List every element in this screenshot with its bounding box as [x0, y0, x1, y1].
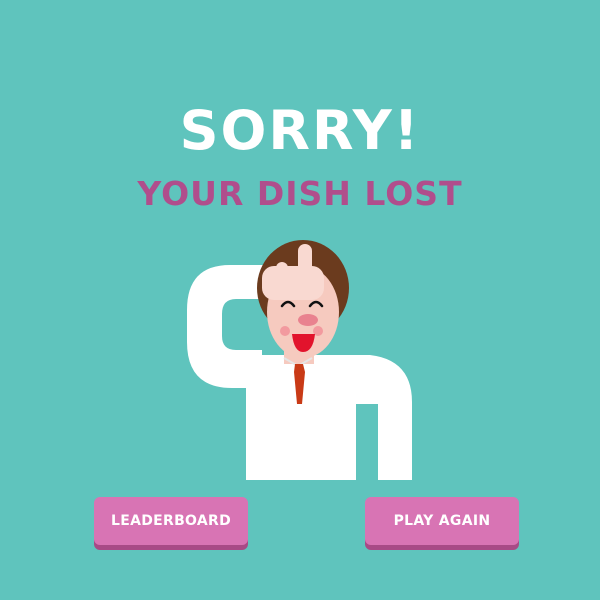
thumb [276, 262, 288, 280]
shirt [246, 355, 412, 480]
leaderboard-button[interactable]: LEADERBOARD [94, 497, 248, 545]
play-again-button[interactable]: PLAY AGAIN [365, 497, 519, 545]
hand-fingers [262, 266, 324, 300]
raised-finger [298, 244, 312, 284]
left-cheek [280, 326, 290, 336]
nose [298, 314, 318, 326]
